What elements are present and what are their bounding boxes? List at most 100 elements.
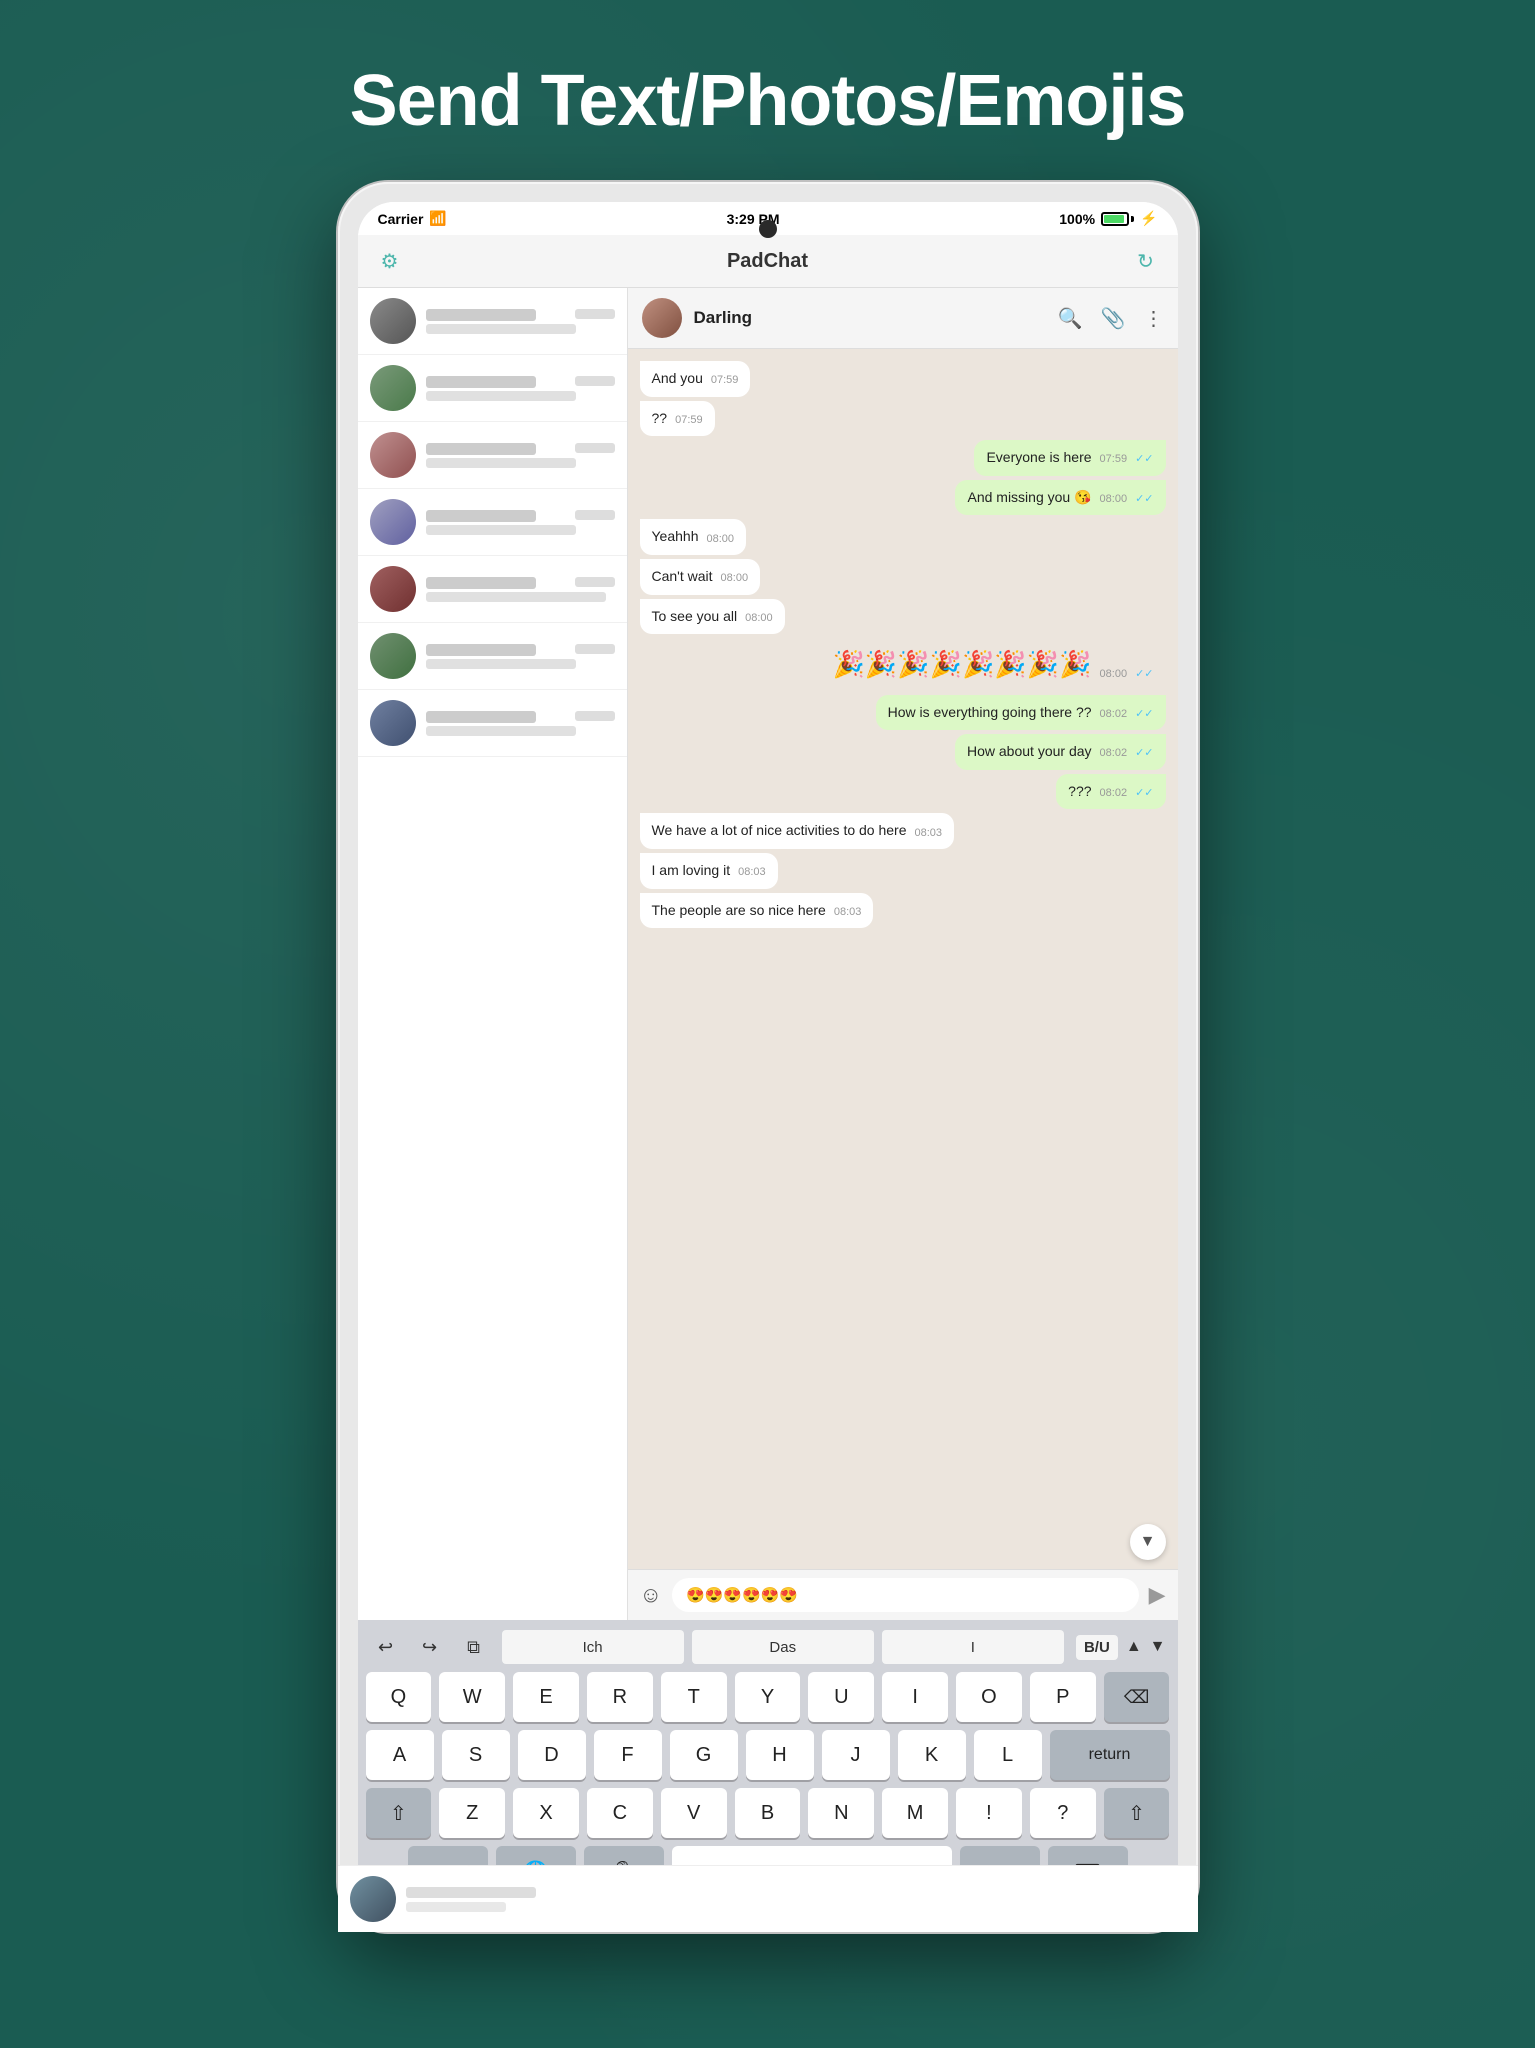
cursor-up-button[interactable]: ▲ (1126, 1638, 1142, 1656)
refresh-icon[interactable]: ↻ (1130, 245, 1162, 277)
bold-italic-button[interactable]: B/U (1076, 1635, 1118, 1660)
key-n[interactable]: N (808, 1788, 874, 1838)
cursor-down-button[interactable]: ▼ (1150, 1638, 1166, 1656)
key-w[interactable]: W (439, 1672, 505, 1722)
message-bubble: The people are so nice here 08:03 (640, 893, 874, 929)
chat-time (575, 510, 615, 520)
scroll-to-bottom-button[interactable]: ▼ (1130, 1524, 1166, 1560)
more-options-icon[interactable]: ⋮ (1144, 306, 1164, 331)
key-h[interactable]: H (746, 1730, 814, 1780)
message-bubble: ?? 07:59 (640, 401, 715, 437)
avatar (370, 633, 416, 679)
undo-button[interactable]: ↩ (370, 1633, 402, 1661)
suggestion-3[interactable]: I (882, 1630, 1064, 1664)
key-e[interactable]: E (513, 1672, 579, 1722)
message-time: 08:00 (1100, 667, 1128, 682)
ipad-camera (759, 220, 777, 238)
chat-preview (426, 391, 576, 401)
key-exclaim[interactable]: ! (956, 1788, 1022, 1838)
key-question[interactable]: ? (1030, 1788, 1096, 1838)
key-q[interactable]: Q (366, 1672, 432, 1722)
message-text: We have a lot of nice activities to do h… (652, 821, 907, 841)
chat-name (426, 644, 536, 656)
message-text: How about your day (967, 742, 1092, 762)
message-bubble: Everyone is here 07:59 ✓✓ (974, 440, 1165, 476)
key-l[interactable]: L (974, 1730, 1042, 1780)
key-a[interactable]: A (366, 1730, 434, 1780)
key-x[interactable]: X (513, 1788, 579, 1838)
key-p[interactable]: P (1030, 1672, 1096, 1722)
search-icon[interactable]: 🔍 (1058, 306, 1083, 331)
key-i[interactable]: I (882, 1672, 948, 1722)
suggestion-1[interactable]: Ich (502, 1630, 684, 1664)
key-c[interactable]: C (587, 1788, 653, 1838)
message-ticks: ✓✓ (1135, 667, 1153, 682)
message-ticks: ✓✓ (1135, 707, 1153, 722)
message-text: Everyone is here (986, 448, 1091, 468)
key-d[interactable]: D (518, 1730, 586, 1780)
message-bubble: I am loving it 08:03 (640, 853, 778, 889)
message-ticks: ✓✓ (1135, 492, 1153, 507)
message-text: 🎉🎉🎉🎉🎉🎉🎉🎉 (833, 646, 1092, 682)
message-text: And missing you 😘 (967, 488, 1091, 508)
message-ticks: ✓✓ (1135, 746, 1153, 761)
message-time: 08:00 (745, 611, 773, 626)
message-text: I am loving it (652, 861, 731, 881)
chat-header: Darling 🔍 📎 ⋮ (628, 288, 1178, 349)
message-input-area: ☺ 😍😍😍😍😍😍 ▶ (628, 1569, 1178, 1620)
emoji-picker-button[interactable]: ☺ (640, 1582, 662, 1608)
delete-key[interactable]: ⌫ (1104, 1672, 1170, 1722)
key-j[interactable]: J (822, 1730, 890, 1780)
message-time: 08:03 (738, 865, 766, 880)
shift-right-key[interactable]: ⇧ (1104, 1788, 1170, 1838)
key-v[interactable]: V (661, 1788, 727, 1838)
copy-button[interactable]: ⧉ (458, 1633, 490, 1661)
suggestion-2[interactable]: Das (692, 1630, 874, 1664)
key-u[interactable]: U (808, 1672, 874, 1722)
message-time: 08:00 (721, 571, 749, 586)
avatar (370, 499, 416, 545)
key-o[interactable]: O (956, 1672, 1022, 1722)
key-g[interactable]: G (670, 1730, 738, 1780)
avatar (370, 298, 416, 344)
list-item[interactable] (358, 556, 627, 623)
message-time: 07:59 (711, 373, 739, 388)
list-item[interactable] (358, 288, 627, 355)
send-button[interactable]: ▶ (1149, 1582, 1166, 1608)
attachment-icon[interactable]: 📎 (1101, 306, 1126, 331)
key-f[interactable]: F (594, 1730, 662, 1780)
message-text: Yeahhh (652, 527, 699, 547)
list-item[interactable] (358, 422, 627, 489)
chat-name (426, 510, 536, 522)
message-bubble: We have a lot of nice activities to do h… (640, 813, 955, 849)
chat-preview (426, 726, 576, 736)
message-time: 08:00 (1100, 492, 1128, 507)
chat-contact-name: Darling (694, 308, 1046, 328)
message-bubble: And missing you 😘 08:00 ✓✓ (955, 480, 1165, 516)
list-item[interactable] (358, 623, 627, 690)
key-z[interactable]: Z (439, 1788, 505, 1838)
return-key[interactable]: return (1050, 1730, 1170, 1780)
key-y[interactable]: Y (735, 1672, 801, 1722)
message-time: 07:59 (675, 413, 703, 428)
key-m[interactable]: M (882, 1788, 948, 1838)
avatar (370, 365, 416, 411)
key-s[interactable]: S (442, 1730, 510, 1780)
key-t[interactable]: T (661, 1672, 727, 1722)
chat-preview (426, 592, 606, 602)
message-input[interactable]: 😍😍😍😍😍😍 (672, 1578, 1139, 1612)
key-k[interactable]: K (898, 1730, 966, 1780)
list-item[interactable] (358, 690, 627, 757)
shift-left-key[interactable]: ⇧ (366, 1788, 432, 1838)
list-item[interactable] (358, 489, 627, 556)
key-b[interactable]: B (735, 1788, 801, 1838)
message-time: 08:03 (915, 826, 943, 841)
settings-icon[interactable]: ⚙ (374, 245, 406, 277)
message-bubble: And you 07:59 (640, 361, 751, 397)
chat-time (575, 443, 615, 453)
keyboard-row-1: Q W E R T Y U I O P ⌫ (366, 1672, 1170, 1722)
redo-button[interactable]: ↪ (414, 1633, 446, 1661)
list-item[interactable] (358, 355, 627, 422)
key-r[interactable]: R (587, 1672, 653, 1722)
ipad-screen: Carrier 📶 3:29 PM 100% ⚡ ⚙ PadChat ↻ (358, 202, 1178, 1912)
